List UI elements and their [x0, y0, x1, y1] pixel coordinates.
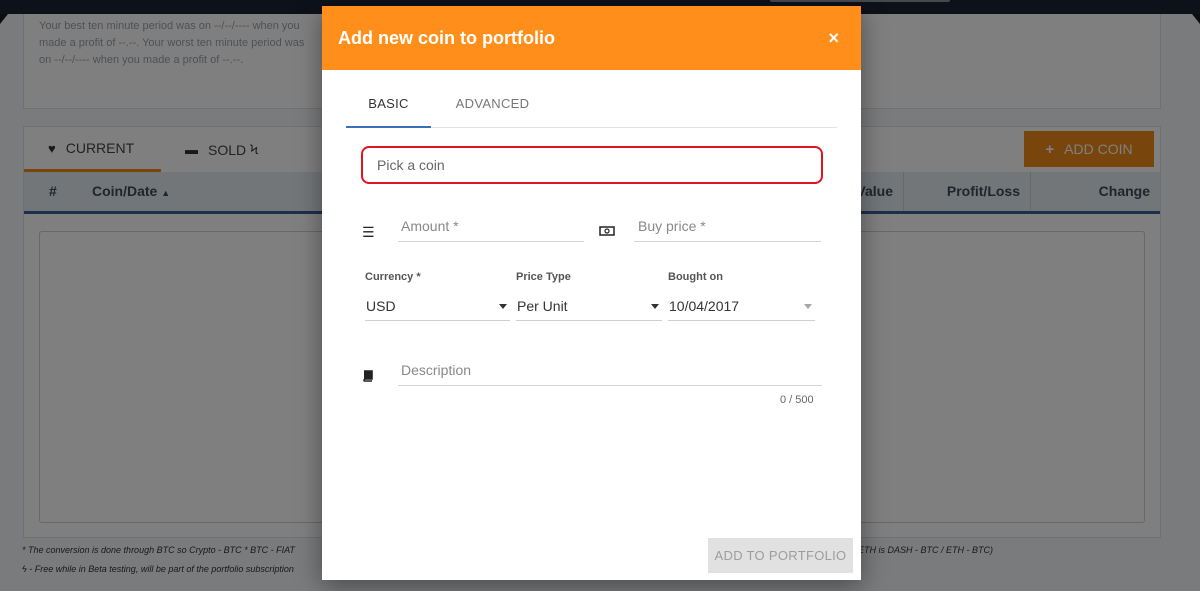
price-type-select[interactable]: Per Unit — [516, 292, 662, 321]
book-icon — [362, 369, 374, 385]
amount-input[interactable] — [398, 210, 584, 242]
modal-tabs: BASIC ADVANCED — [346, 84, 837, 128]
list-icon: ☰ — [362, 224, 375, 240]
money-bill-icon — [599, 224, 615, 240]
bought-on-value: 10/04/2017 — [669, 298, 740, 314]
chevron-down-icon — [651, 303, 659, 309]
chevron-down-icon — [499, 303, 507, 309]
description-char-counter: 0 / 500 — [780, 394, 814, 406]
coin-search-field[interactable] — [361, 146, 823, 184]
tab-advanced[interactable]: ADVANCED — [446, 84, 539, 128]
bought-on-label: Bought on — [668, 271, 723, 283]
close-icon[interactable]: × — [828, 28, 839, 49]
currency-label: Currency * — [365, 271, 421, 283]
coin-search-input[interactable] — [363, 148, 821, 182]
tab-basic[interactable]: BASIC — [346, 84, 431, 128]
bought-on-datepicker[interactable]: 10/04/2017 — [668, 292, 815, 321]
chevron-down-icon — [804, 303, 812, 309]
currency-select[interactable]: USD — [365, 292, 510, 321]
modal-header: Add new coin to portfolio × — [322, 6, 861, 70]
price-type-value: Per Unit — [517, 298, 568, 314]
description-input[interactable] — [398, 354, 822, 386]
add-coin-modal: Add new coin to portfolio × BASIC ADVANC… — [322, 6, 861, 580]
add-to-portfolio-button[interactable]: ADD TO PORTFOLIO — [708, 538, 853, 573]
buy-price-input[interactable] — [634, 210, 821, 242]
price-type-label: Price Type — [516, 271, 571, 283]
modal-title: Add new coin to portfolio — [338, 27, 555, 48]
currency-value: USD — [366, 298, 396, 314]
